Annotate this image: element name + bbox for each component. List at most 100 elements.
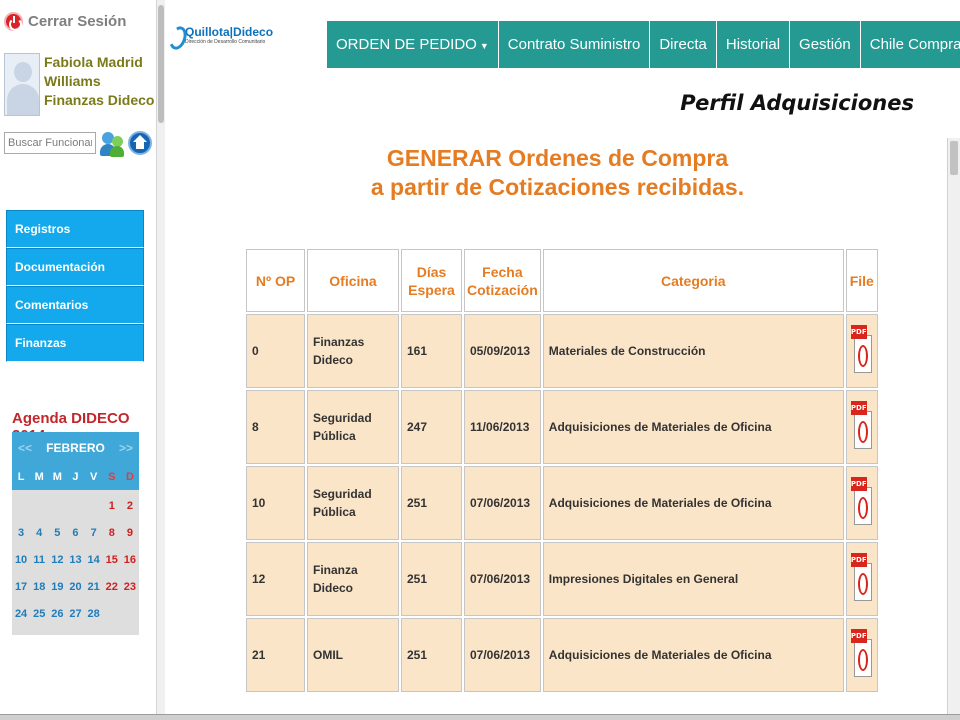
sidebar-item-documentacion[interactable]: Documentación: [6, 248, 144, 286]
brand-subtitle: Dirección de Desarrollo Comunitario: [185, 39, 266, 45]
column-header-fecha-line1: Fecha: [482, 263, 523, 280]
calendar-day[interactable]: 17: [12, 574, 30, 601]
calendar: << FEBRERO >> L M M J V S D 1 2 3 4 5 6 7 8 9 10 1…: [12, 432, 139, 635]
cell-fecha: 07/06/2013: [464, 466, 541, 540]
calendar-day[interactable]: 9: [121, 520, 139, 547]
nav-historial[interactable]: Historial: [716, 21, 791, 68]
pdf-icon[interactable]: PDF: [850, 323, 873, 375]
calendar-day[interactable]: 25: [30, 601, 48, 628]
cell-dias: 251: [401, 618, 462, 692]
column-header-oficina: Oficina: [307, 249, 399, 312]
cell-categoria: Materiales de Construcción: [542, 314, 844, 388]
calendar-weekdays: L M M J V S D: [12, 464, 139, 490]
cell-dias: 161: [401, 314, 462, 388]
cell-fecha: 05/09/2013: [464, 314, 541, 388]
home-icon[interactable]: [128, 131, 152, 155]
pdf-icon[interactable]: PDF: [850, 551, 873, 603]
calendar-empty-cell: [85, 493, 103, 520]
calendar-day[interactable]: 11: [30, 547, 48, 574]
orders-table: Nº OP Oficina Días Espera Fecha Cotizaci…: [244, 247, 880, 694]
content-scrollbar[interactable]: [947, 138, 960, 720]
calendar-day[interactable]: 27: [66, 601, 84, 628]
column-header-fecha-line2: Cotización: [467, 281, 538, 298]
caret-down-icon: ▼: [479, 41, 489, 51]
power-icon: [4, 12, 23, 31]
sidebar-scrollbar-thumb[interactable]: [158, 5, 164, 123]
calendar-day[interactable]: 18: [30, 574, 48, 601]
calendar-empty-cell: [66, 493, 84, 520]
cell-op: 0: [246, 314, 305, 388]
calendar-day[interactable]: 7: [85, 520, 103, 547]
sidebar-scrollbar[interactable]: [156, 0, 165, 720]
pdf-icon-tag: PDF: [850, 400, 867, 415]
nav-directa[interactable]: Directa: [650, 21, 717, 68]
calendar-day[interactable]: 19: [48, 574, 66, 601]
brand-logo[interactable]: Quillota|Dideco Dirección de Desarrollo …: [168, 26, 273, 48]
pdf-icon[interactable]: PDF: [850, 627, 873, 679]
calendar-day[interactable]: 20: [66, 574, 84, 601]
calendar-day[interactable]: 1: [103, 493, 121, 520]
cell-file: PDF: [845, 466, 878, 540]
horizontal-scrollbar[interactable]: [0, 714, 960, 720]
calendar-day[interactable]: 5: [48, 520, 66, 547]
calendar-day[interactable]: 14: [85, 547, 103, 574]
sidebar-item-registros[interactable]: Registros: [6, 210, 144, 248]
calendar-prev-button[interactable]: <<: [18, 441, 32, 455]
calendar-next-button[interactable]: >>: [119, 441, 133, 455]
calendar-day[interactable]: 26: [48, 601, 66, 628]
sidebar-item-comentarios[interactable]: Comentarios: [6, 286, 144, 324]
calendar-grid: 1 2 3 4 5 6 7 8 9 10 11 12 13 14 15 16 17 18 19 20 21 22 23 24 2…: [12, 490, 139, 628]
table-body: 0 Finanzas Dideco 161 05/09/2013 Materiales …: [246, 314, 878, 692]
people-icon[interactable]: [100, 128, 124, 158]
cell-fecha: 11/06/2013: [464, 390, 541, 464]
cell-dias: 247: [401, 390, 462, 464]
calendar-day[interactable]: 2: [121, 493, 139, 520]
column-header-dias-line1: Días: [416, 263, 447, 280]
calendar-day[interactable]: 28: [85, 601, 103, 628]
calendar-day[interactable]: 10: [12, 547, 30, 574]
pdf-icon[interactable]: PDF: [850, 399, 873, 451]
content-scrollbar-thumb[interactable]: [950, 141, 958, 175]
calendar-day[interactable]: 8: [103, 520, 121, 547]
nav-contrato-suministro[interactable]: Contrato Suministro: [498, 21, 651, 68]
calendar-day[interactable]: 13: [66, 547, 84, 574]
cell-fecha: 07/06/2013: [464, 618, 541, 692]
calendar-day[interactable]: 21: [85, 574, 103, 601]
calendar-day[interactable]: 6: [66, 520, 84, 547]
avatar-head: [14, 62, 32, 82]
search-employee-input[interactable]: [4, 132, 96, 154]
user-name-line2: Williams: [44, 73, 101, 89]
table-row: 10 Seguridad Pública 251 07/06/2013 Adquisic…: [246, 466, 878, 540]
nav-orden-de-pedido[interactable]: ORDEN DE PEDIDO ▼: [327, 21, 499, 68]
user-department: Finanzas Dideco: [44, 92, 155, 108]
logout-link[interactable]: Cerrar Sesión: [4, 12, 126, 31]
left-sidebar: Cerrar Sesión Fabiola Madrid Williams Fi…: [0, 0, 156, 720]
cell-categoria: Impresiones Digitales en General: [542, 542, 844, 616]
cell-file: PDF: [845, 542, 878, 616]
pdf-icon-tag: PDF: [850, 476, 867, 491]
sidebar-menu: Registros Documentación Comentarios Fina…: [6, 210, 144, 362]
calendar-day[interactable]: 22: [103, 574, 121, 601]
calendar-header: << FEBRERO >>: [12, 432, 139, 464]
nav-chile-compra[interactable]: Chile Compra: [860, 21, 960, 68]
cell-file: PDF: [845, 618, 878, 692]
sidebar-item-finanzas[interactable]: Finanzas: [6, 324, 144, 362]
cell-op: 12: [246, 542, 305, 616]
pdf-icon[interactable]: PDF: [850, 475, 873, 527]
nav-gestion[interactable]: Gestión: [790, 21, 861, 68]
calendar-day[interactable]: 12: [48, 547, 66, 574]
calendar-day[interactable]: 3: [12, 520, 30, 547]
calendar-empty-cell: [121, 601, 139, 628]
cell-oficina: Seguridad Pública: [307, 466, 399, 540]
cell-op: 10: [246, 466, 305, 540]
calendar-day[interactable]: 24: [12, 601, 30, 628]
column-header-dias-line2: Espera: [408, 281, 455, 298]
calendar-day[interactable]: 15: [103, 547, 121, 574]
calendar-day[interactable]: 4: [30, 520, 48, 547]
cell-categoria: Adquisiciones de Materiales de Oficina: [542, 390, 844, 464]
calendar-day[interactable]: 16: [121, 547, 139, 574]
calendar-empty-cell: [48, 493, 66, 520]
calendar-empty-cell: [103, 601, 121, 628]
calendar-day[interactable]: 23: [121, 574, 139, 601]
table-row: 21 OMIL 251 07/06/2013 Adquisiciones de Mate…: [246, 618, 878, 692]
